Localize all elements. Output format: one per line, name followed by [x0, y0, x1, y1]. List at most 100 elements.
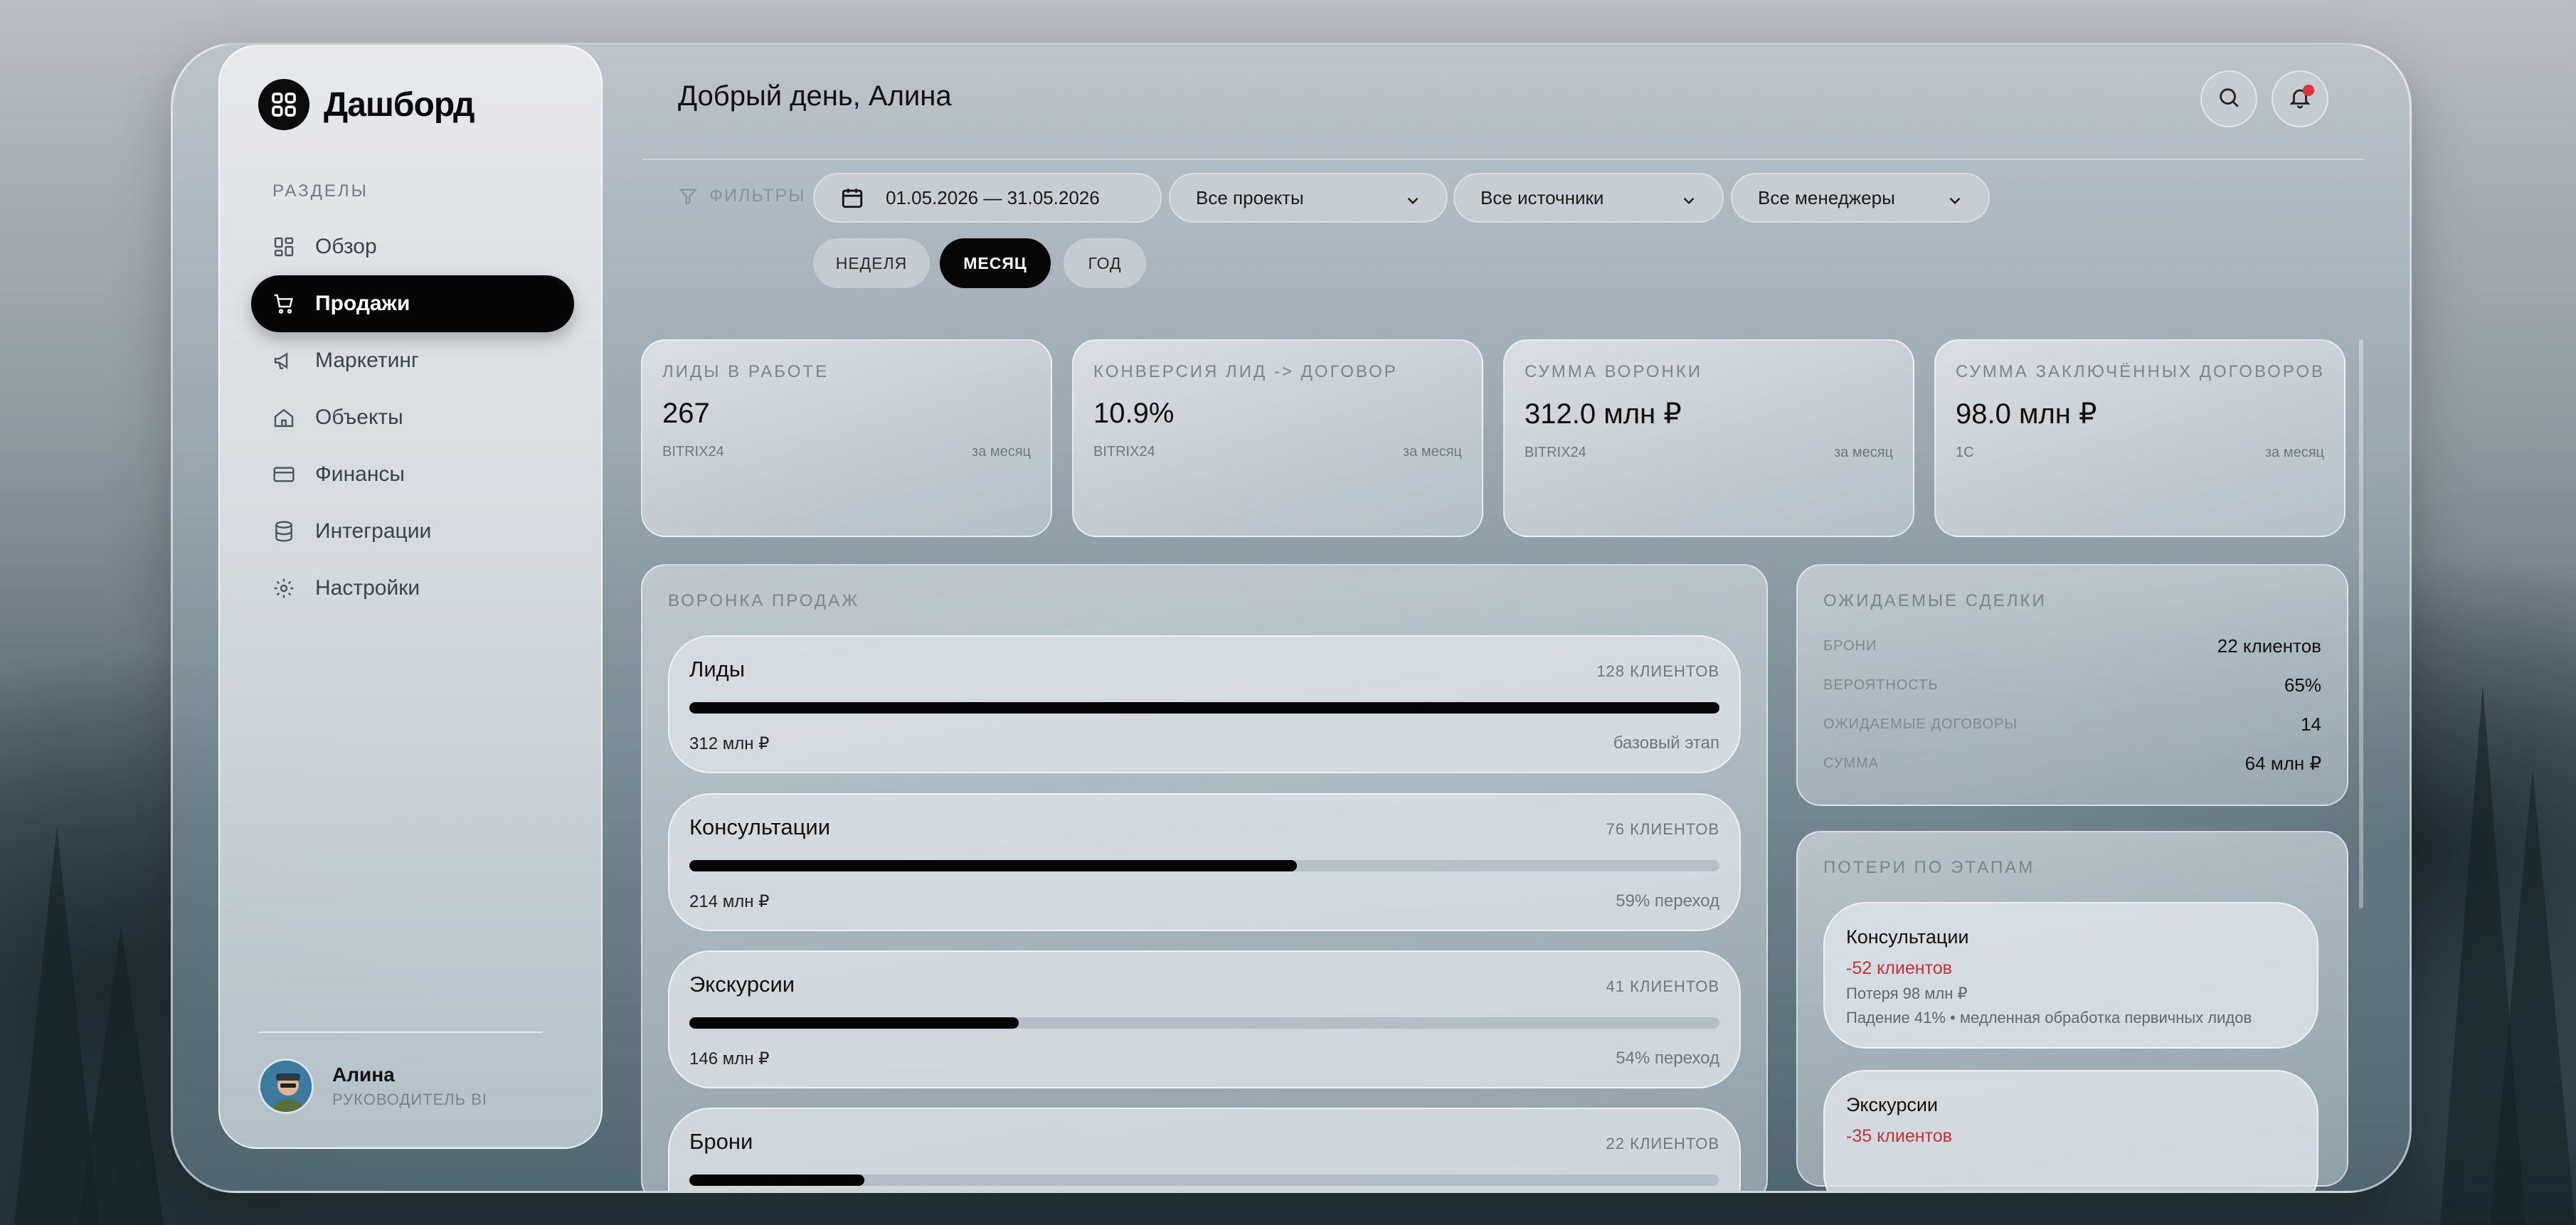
period-week-button[interactable]: НЕДЕЛЯ: [813, 238, 930, 288]
user-profile[interactable]: Алина РУКОВОДИТЕЛЬ BI: [258, 1032, 543, 1114]
sidebar-item-label: Финансы: [315, 462, 405, 486]
expected-row: ВЕРОЯТНОСТЬ 65%: [1823, 674, 2321, 696]
kpi-value: 267: [662, 398, 710, 429]
loss-card[interactable]: Консультации -52 клиентов Потеря 98 млн …: [1823, 902, 2318, 1049]
kpi-period: за месяц: [971, 444, 1031, 460]
kpi-card-leads: ЛИДЫ В РАБОТЕ 267 BITRIX24 за месяц: [641, 339, 1052, 537]
loss-amount: Потеря 98 млн ₽: [1846, 985, 1968, 1002]
loss-delta: -52 клиентов: [1846, 958, 1952, 978]
kpi-value: 98.0 млн ₽: [1956, 398, 2097, 430]
sidebar-item-label: Обзор: [315, 235, 377, 258]
funnel-stage[interactable]: Экскурсии 41 КЛИЕНТОВ 146 млн ₽ 54% пере…: [668, 950, 1741, 1088]
row-value: 22 клиентов: [2217, 635, 2321, 657]
kpi-card-conversion: КОНВЕРСИЯ ЛИД -> ДОГОВОР 10.9% BITRIX24 з…: [1072, 339, 1483, 537]
stage-progress-track: [689, 1174, 1719, 1186]
stage-note: 54% переход: [1616, 1049, 1719, 1068]
row-key: ОЖИДАЕМЫЕ ДОГОВОРЫ: [1823, 716, 2018, 732]
funnel-stage[interactable]: Консультации 76 КЛИЕНТОВ 214 млн ₽ 59% п…: [668, 793, 1741, 931]
megaphone-icon: [271, 348, 297, 373]
date-range-value: 01.05.2026 — 31.05.2026: [886, 186, 1100, 208]
kpi-label: ЛИДЫ В РАБОТЕ: [662, 362, 829, 381]
sources-select[interactable]: Все источники: [1453, 173, 1724, 223]
kpi-source: BITRIX24: [1525, 445, 1586, 460]
loss-card[interactable]: Экскурсии -35 клиентов: [1823, 1070, 2318, 1191]
stage-count: 22 КЛИЕНТОВ: [1606, 1135, 1719, 1152]
period-month-button[interactable]: МЕСЯЦ: [940, 238, 1051, 288]
avatar: [258, 1059, 314, 1114]
date-range-picker[interactable]: 01.05.2026 — 31.05.2026: [813, 173, 1162, 223]
sidebar-item-sales[interactable]: Продажи: [251, 275, 574, 332]
stage-note: 59% переход: [1616, 891, 1719, 911]
kpi-label: КОНВЕРСИЯ ЛИД -> ДОГОВОР: [1093, 362, 1398, 381]
funnel-stage[interactable]: Лиды 128 КЛИЕНТОВ 312 млн ₽ базовый этап: [668, 635, 1741, 773]
kpi-label: СУММА ЗАКЛЮЧЁННЫХ ДОГОВОРОВ: [1956, 362, 2324, 381]
sidebar-item-label: Объекты: [315, 405, 403, 429]
sidebar-item-settings[interactable]: Настройки: [251, 560, 574, 617]
kpi-period: за месяц: [1402, 444, 1462, 460]
row-key: СУММА: [1823, 755, 1880, 771]
loss-delta: -35 клиентов: [1846, 1126, 1952, 1146]
loss-stage-name: Экскурсии: [1846, 1094, 1939, 1115]
stage-sum: 146 млн ₽: [689, 1049, 770, 1068]
stage-losses-panel: ПОТЕРИ ПО ЭТАПАМ Консультации -52 клиент…: [1796, 831, 2348, 1191]
projects-select-value: Все проекты: [1196, 186, 1304, 208]
sidebar-item-finance[interactable]: Финансы: [251, 446, 574, 503]
sidebar-item-label: Продажи: [315, 292, 410, 315]
tree-silhouette: [2490, 770, 2575, 1225]
funnel-stage[interactable]: Брони 22 КЛИЕНТОВ: [668, 1108, 1741, 1191]
kpi-source: 1С: [1956, 445, 1974, 460]
chevron-down-icon: [1946, 191, 1964, 215]
app-window: Дашборд РАЗДЕЛЫ Обзор Продажи Маркетинг …: [171, 43, 2412, 1193]
filters-label[interactable]: ФИЛЬТРЫ: [678, 186, 805, 206]
kpi-value: 312.0 млн ₽: [1525, 398, 1682, 430]
projects-select[interactable]: Все проекты: [1169, 173, 1448, 223]
sidebar-item-objects[interactable]: Объекты: [251, 389, 574, 446]
period-year-button[interactable]: ГОД: [1064, 238, 1146, 288]
filters-label-text: ФИЛЬТРЫ: [709, 186, 806, 206]
sales-funnel-panel: ВОРОНКА ПРОДАЖ Лиды 128 КЛИЕНТОВ 312 млн…: [641, 564, 1768, 1191]
expected-row: СУММА 64 млн ₽: [1823, 753, 2321, 775]
sidebar-item-label: Маркетинг: [315, 349, 419, 372]
managers-select[interactable]: Все менеджеры: [1731, 173, 1990, 223]
stage-progress-fill: [689, 1174, 865, 1186]
stage-progress-track: [689, 1017, 1719, 1029]
app-logo[interactable]: Дашборд: [258, 79, 475, 130]
panel-title: ОЖИДАЕМЫЕ СДЕЛКИ: [1823, 591, 2047, 610]
stage-name: Лиды: [689, 657, 746, 682]
search-button[interactable]: [2200, 70, 2257, 127]
row-key: БРОНИ: [1823, 638, 1877, 654]
chevron-down-icon: [1404, 191, 1422, 215]
kpi-card-contracts-sum: СУММА ЗАКЛЮЧЁННЫХ ДОГОВОРОВ 98.0 млн ₽ 1…: [1934, 339, 2346, 537]
tree-silhouette: [78, 926, 164, 1225]
stage-count: 76 КЛИЕНТОВ: [1606, 820, 1719, 838]
kpi-card-funnel-sum: СУММА ВОРОНКИ 312.0 млн ₽ BITRIX24 за мес…: [1503, 339, 1914, 537]
loss-stage-name: Консультации: [1846, 926, 1969, 948]
dashboard-icon: [271, 234, 297, 260]
kpi-source: BITRIX24: [1093, 444, 1155, 460]
expected-row: ОЖИДАЕМЫЕ ДОГОВОРЫ 14: [1823, 714, 2321, 736]
kpi-period: за месяц: [2264, 445, 2324, 460]
sidebar-nav: Обзор Продажи Маркетинг Объекты Финансы …: [251, 218, 574, 617]
stage-note: базовый этап: [1613, 733, 1719, 753]
stage-count: 41 КЛИЕНТОВ: [1606, 977, 1719, 995]
content-scrollbar[interactable]: [2359, 339, 2363, 908]
user-role: РУКОВОДИТЕЛЬ BI: [332, 1091, 488, 1108]
sidebar-item-integrations[interactable]: Интеграции: [251, 503, 574, 560]
row-key: ВЕРОЯТНОСТЬ: [1823, 677, 1939, 693]
notifications-button[interactable]: [2272, 70, 2328, 127]
sidebar-item-overview[interactable]: Обзор: [251, 218, 574, 275]
stage-name: Консультации: [689, 815, 831, 839]
row-value: 65%: [2284, 674, 2321, 696]
sidebar-item-marketing[interactable]: Маркетинг: [251, 332, 574, 389]
chevron-down-icon: [1680, 191, 1698, 215]
expected-deals-panel: ОЖИДАЕМЫЕ СДЕЛКИ БРОНИ 22 клиентов ВЕРОЯТ…: [1796, 564, 2348, 806]
row-value: 64 млн ₽: [2244, 753, 2321, 774]
stage-count: 128 КЛИЕНТОВ: [1596, 662, 1719, 680]
filter-icon: [678, 186, 698, 206]
home-icon: [271, 405, 297, 430]
stage-progress-fill: [689, 702, 1719, 714]
sources-select-value: Все источники: [1480, 186, 1604, 208]
app-title: Дашборд: [324, 85, 475, 124]
page-title: Добрый день, Алина: [678, 80, 952, 112]
search-icon: [2217, 85, 2241, 113]
